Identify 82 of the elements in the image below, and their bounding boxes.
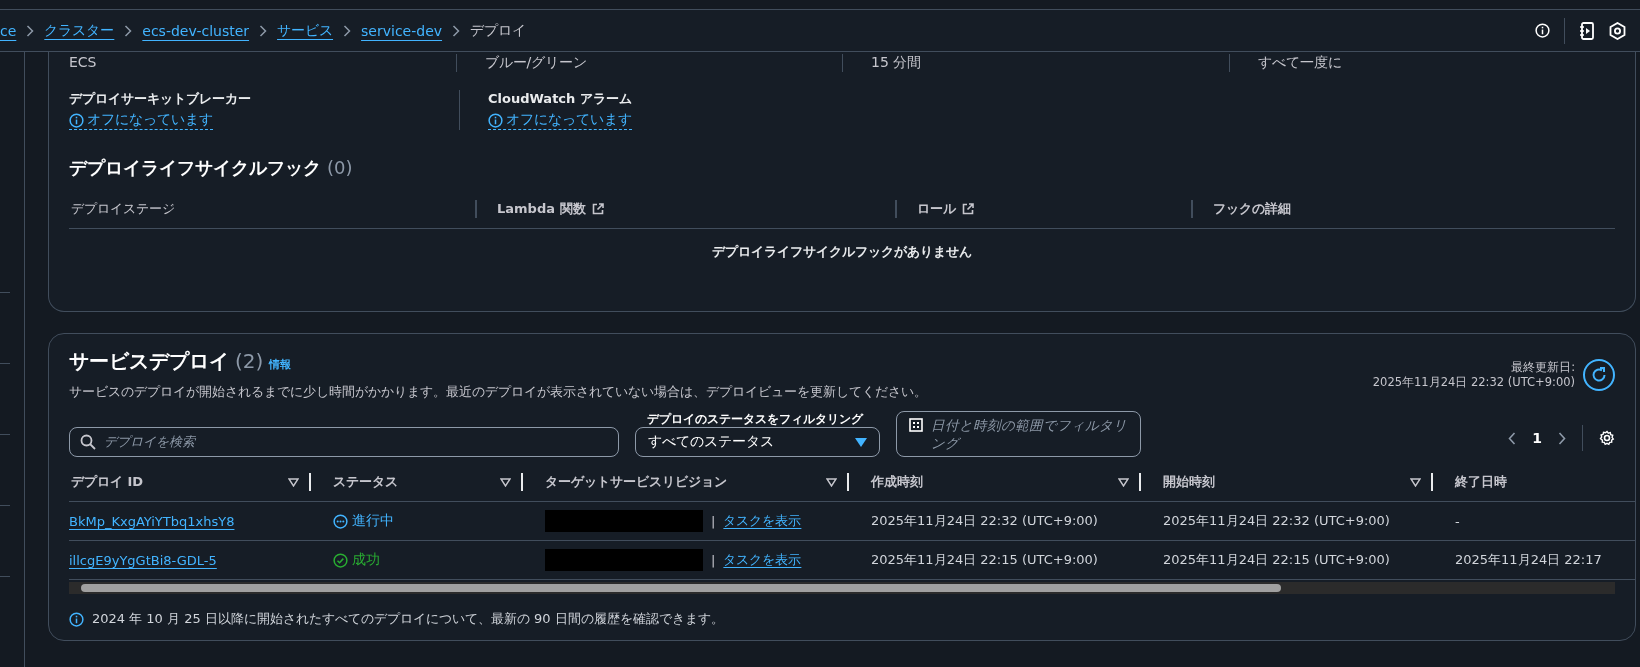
field-label: CloudWatch アラーム bbox=[488, 90, 633, 108]
table-cell-text: - bbox=[1454, 513, 1461, 529]
section-title: デプロイライフサイクルフック bbox=[69, 156, 321, 180]
column-header: フックの詳細 bbox=[1191, 200, 1615, 218]
empty-message: デプロイライフサイクルフックがありません bbox=[712, 244, 972, 259]
next-page-icon[interactable] bbox=[1558, 431, 1566, 445]
settings-icon[interactable] bbox=[1599, 430, 1615, 446]
status-label: 進行中 bbox=[333, 512, 525, 530]
external-link-icon bbox=[591, 203, 604, 215]
info-icon bbox=[69, 611, 84, 627]
refresh-icon bbox=[1590, 365, 1608, 384]
table-cell-text: 2025年11月24日 22:15 (UTC+9:00) bbox=[870, 551, 1099, 569]
section-title: サービスデプロイ bbox=[69, 348, 229, 375]
notebook-icon[interactable] bbox=[1579, 21, 1595, 40]
setting-value: 15 分間 bbox=[842, 54, 1229, 72]
info-link[interactable]: オフになっています bbox=[488, 111, 632, 130]
column-header: ロール bbox=[895, 200, 1191, 218]
footer-note: 2024 年 10 月 25 日以降に開始されたすべてのデプロイについて、最新の 90 日間の履歴を確認できます。 bbox=[92, 610, 724, 628]
info-icon bbox=[69, 112, 84, 128]
view-tasks-link[interactable]: タスクを表示 bbox=[723, 512, 802, 530]
in-progress-icon bbox=[333, 513, 348, 529]
field-label: デプロイサーキットブレーカー bbox=[69, 90, 252, 108]
external-link-icon bbox=[962, 203, 974, 215]
last-updated-label: 最終更新日: bbox=[1510, 359, 1575, 375]
chevron-icon bbox=[124, 24, 133, 37]
table-cell-text: 2025年11月24日 22:32 (UTC+9:00) bbox=[1162, 512, 1391, 530]
view-tasks-link[interactable]: タスクを表示 bbox=[723, 551, 802, 569]
caret-icon bbox=[855, 437, 867, 447]
info-link[interactable]: オフになっています bbox=[69, 111, 213, 130]
column-header: 開始時刻 bbox=[1163, 473, 1215, 491]
check-circle-icon bbox=[333, 552, 348, 568]
table-cell-text: 2025年11月24日 22:15 (UTC+9:00) bbox=[1162, 551, 1391, 569]
breadcrumb-link[interactable]: サービス bbox=[277, 21, 334, 40]
breadcrumb-current: デプロイ bbox=[470, 21, 527, 40]
refresh-button[interactable] bbox=[1583, 358, 1615, 391]
previous-page-icon[interactable] bbox=[1508, 431, 1517, 445]
breadcrumb-link[interactable]: ecs-dev-cluster bbox=[142, 22, 250, 39]
info-link[interactable]: 情報 bbox=[269, 357, 292, 372]
sort-icon[interactable] bbox=[288, 477, 299, 487]
separator: | bbox=[711, 552, 716, 568]
breadcrumb-link[interactable]: クラスター bbox=[44, 21, 115, 40]
chevron-icon bbox=[452, 24, 461, 37]
column-header: ターゲットサービスリビジョン bbox=[545, 473, 727, 491]
separator: | bbox=[711, 513, 716, 529]
search-icon bbox=[80, 434, 96, 450]
item-count: (0) bbox=[327, 157, 353, 178]
deployment-id-link[interactable]: illcgE9yYgGtBi8-GDL-5 bbox=[69, 552, 217, 568]
date-range-field[interactable]: 日付と時刻の範囲でフィルタリング bbox=[896, 411, 1141, 457]
sort-icon[interactable] bbox=[1118, 477, 1129, 487]
calendar-icon bbox=[909, 418, 923, 432]
setting-value: すべて一度に bbox=[1228, 54, 1615, 72]
horizontal-scrollbar[interactable] bbox=[69, 582, 1615, 594]
search-field[interactable]: デプロイを検索 bbox=[69, 427, 619, 457]
sort-icon[interactable] bbox=[826, 477, 837, 487]
chevron-icon bbox=[26, 24, 35, 37]
page-number[interactable]: 1 bbox=[1532, 430, 1542, 446]
breadcrumb-link[interactable]: ce bbox=[0, 22, 17, 39]
item-count: (2) bbox=[235, 349, 264, 373]
column-header: ステータス bbox=[333, 473, 398, 491]
info-icon bbox=[1535, 23, 1550, 38]
sort-icon[interactable] bbox=[1410, 477, 1421, 487]
column-header: 作成時刻 bbox=[871, 473, 923, 491]
last-updated-time: 2025年11月24日 22:32 (UTC+9:00) bbox=[1372, 374, 1575, 390]
column-header: デプロイ ID bbox=[71, 473, 144, 491]
deployment-id-link[interactable]: BkMp_KxgAYiYTbq1xhsY8 bbox=[69, 513, 235, 529]
info-icon bbox=[488, 112, 503, 128]
chevron-icon bbox=[259, 24, 268, 37]
column-header: 終了日時 bbox=[1455, 473, 1507, 491]
description-text: サービスのデプロイが開始されるまでに少し時間がかかります。最近のデプロイが表示されていない場合は、デプロイビューを更新してください。 bbox=[69, 383, 927, 401]
status-label: 成功 bbox=[333, 551, 525, 569]
breadcrumb-link[interactable]: service-dev bbox=[361, 22, 443, 39]
setting-value: ブルー/グリーン bbox=[455, 54, 842, 72]
table-cell-text: 2025年11月24日 22:17 bbox=[1454, 551, 1603, 569]
sort-icon[interactable] bbox=[500, 477, 511, 487]
hexagon-icon[interactable] bbox=[1609, 21, 1626, 40]
chevron-icon bbox=[343, 24, 352, 37]
filter-label: デプロイのステータスをフィルタリング bbox=[646, 412, 865, 427]
setting-value: ECS bbox=[69, 54, 98, 72]
table-cell-text: 2025年11月24日 22:32 (UTC+9:00) bbox=[870, 512, 1099, 530]
column-header: Lambda 関数 bbox=[475, 200, 895, 218]
column-header: デプロイステージ bbox=[70, 200, 176, 218]
status-dropdown[interactable]: すべてのステータス bbox=[635, 427, 880, 457]
